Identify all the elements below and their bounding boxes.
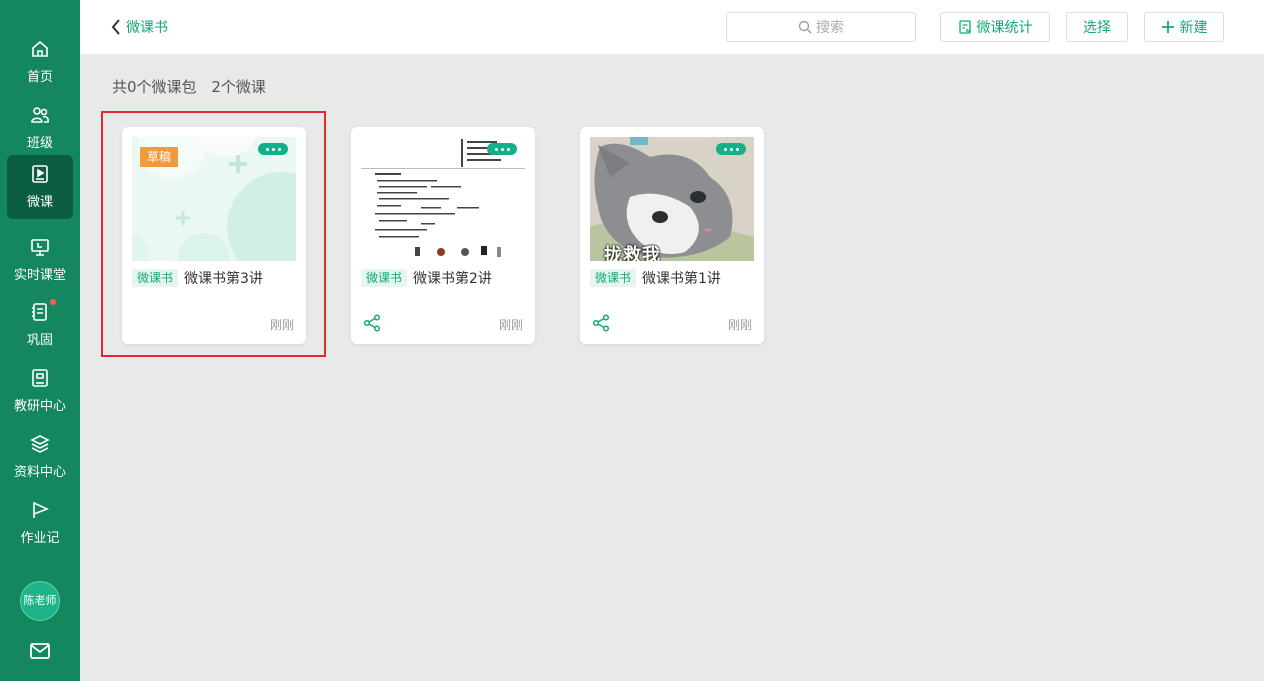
timestamp: 刚刚 [498, 318, 523, 332]
board-icon [31, 239, 49, 256]
sidebar-item-label: 班级 [26, 136, 53, 151]
timestamp: 刚刚 [269, 318, 294, 332]
lesson-thumbnail [361, 137, 525, 261]
timestamp: 刚刚 [727, 318, 752, 332]
thumbnail-caption: 拢救我 [604, 245, 661, 261]
avatar[interactable]: 陈老师 [20, 581, 60, 621]
sidebar-item-label: 首页 [26, 70, 53, 85]
book-icon [32, 369, 48, 387]
back-button[interactable]: 微课书 [110, 16, 168, 38]
sidebar-item-microlesson[interactable]: 微课 [7, 155, 73, 219]
lesson-card[interactable]: 草稿 微课书 微课书第3讲 刚刚 [122, 127, 306, 344]
new-button[interactable]: 新建 [1144, 12, 1224, 42]
flag-icon [33, 502, 50, 518]
sidebar-item-consolidate[interactable]: 巩固 [7, 293, 73, 357]
chevron-left-icon [111, 19, 120, 35]
sidebar: 首页 班级 微课 实时课堂 巩固 教研中心 资料中心 作业记 陈老师 [0, 0, 80, 681]
select-button[interactable]: 选择 [1066, 12, 1128, 42]
report-icon [958, 20, 971, 34]
lesson-title: 微课书第1讲 [642, 271, 721, 287]
top-bar: 微课书 搜索 微课统计 选择 新建 [80, 0, 1264, 54]
lesson-card[interactable]: 拢救我 微课书 微课书第1讲 刚刚 [580, 127, 764, 344]
lesson-card[interactable]: 微课书 微课书第2讲 刚刚 [351, 127, 535, 344]
type-tag: 微课书 [132, 269, 179, 287]
sidebar-item-research[interactable]: 教研中心 [7, 359, 73, 423]
back-label: 微课书 [126, 20, 168, 36]
more-options-button[interactable] [487, 143, 517, 155]
share-icon[interactable] [592, 314, 610, 332]
summary-text: 共0个微课包 2个微课 [112, 76, 266, 97]
new-label: 新建 [1179, 20, 1208, 36]
sidebar-item-live-class[interactable]: 实时课堂 [7, 228, 73, 292]
stats-label: 微课统计 [976, 20, 1033, 36]
sidebar-item-resources[interactable]: 资料中心 [7, 425, 73, 489]
lesson-thumbnail: 草稿 [132, 137, 296, 261]
sidebar-item-homework[interactable]: 作业记 [7, 491, 73, 555]
lesson-thumbnail: 拢救我 [590, 137, 754, 261]
search-input[interactable]: 搜索 [726, 12, 916, 42]
search-placeholder: 搜索 [816, 20, 844, 36]
sidebar-item-label: 教研中心 [13, 399, 66, 414]
select-label: 选择 [1083, 20, 1111, 36]
lesson-title: 微课书第3讲 [184, 271, 263, 287]
package-count: 共0个微课包 [112, 78, 197, 96]
lesson-title: 微课书第2讲 [413, 271, 492, 287]
sidebar-item-label: 实时课堂 [13, 268, 66, 283]
people-icon [31, 107, 49, 123]
plus-icon [1161, 21, 1174, 33]
layers-icon [30, 435, 50, 453]
lesson-count: 2个微课 [211, 78, 266, 96]
play-doc-icon [32, 165, 48, 183]
more-options-button[interactable] [258, 143, 288, 155]
more-options-button[interactable] [716, 143, 746, 155]
sidebar-item-label: 微课 [26, 195, 53, 210]
notebook-icon [32, 303, 47, 321]
stats-button[interactable]: 微课统计 [940, 12, 1050, 42]
sidebar-item-label: 巩固 [26, 333, 53, 348]
type-tag: 微课书 [590, 269, 637, 287]
share-icon[interactable] [363, 314, 381, 332]
sidebar-item-label: 作业记 [20, 531, 60, 546]
draft-badge: 草稿 [140, 147, 179, 167]
search-icon [798, 20, 812, 34]
home-icon [32, 40, 48, 57]
sidebar-item-class[interactable]: 班级 [7, 96, 73, 160]
notification-dot [50, 299, 56, 305]
sidebar-item-home[interactable]: 首页 [7, 30, 73, 94]
sidebar-item-label: 资料中心 [13, 465, 66, 480]
type-tag: 微课书 [361, 269, 408, 287]
mail-icon[interactable] [29, 641, 51, 661]
